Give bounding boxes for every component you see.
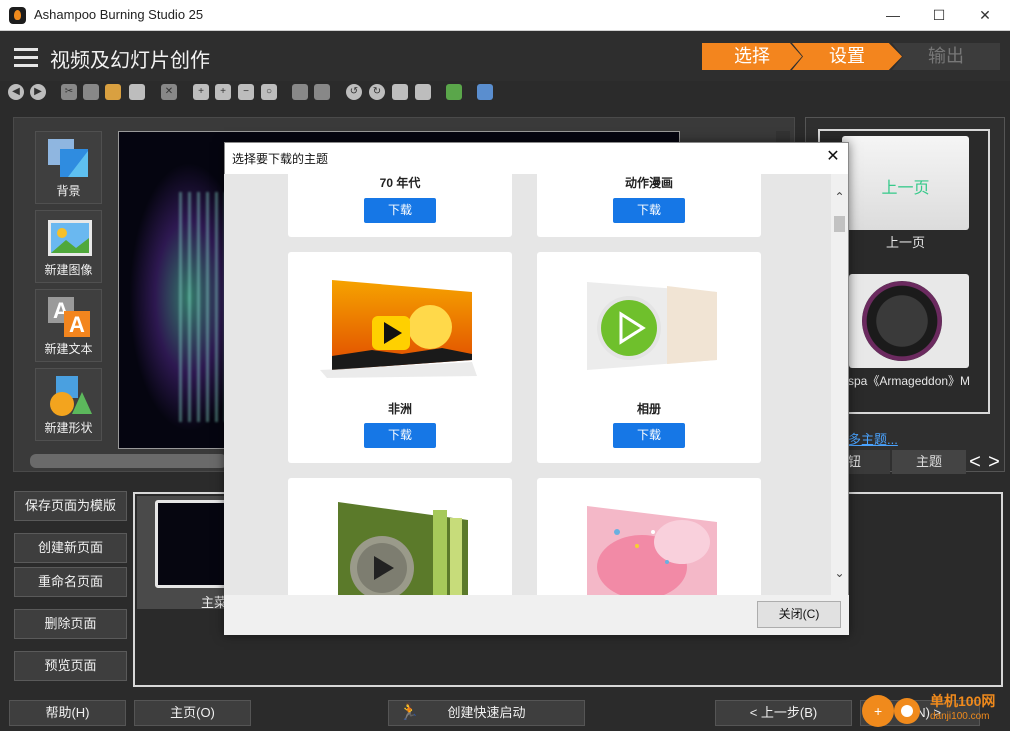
flip-vertical-icon[interactable]: [415, 84, 431, 100]
arrange-icon[interactable]: [477, 84, 493, 100]
image-icon[interactable]: [446, 84, 462, 100]
image-icon: [46, 216, 92, 260]
bring-forward-icon[interactable]: [292, 84, 308, 100]
step-settings[interactable]: 设置: [792, 43, 902, 70]
help-button[interactable]: 帮助(H): [9, 700, 126, 726]
paste-icon[interactable]: [105, 84, 121, 100]
create-page-button[interactable]: 创建新页面: [14, 533, 127, 563]
toolbar: [0, 81, 1010, 107]
svg-text:A: A: [69, 312, 85, 337]
theme-name: 动作漫画: [624, 176, 673, 190]
prev-arrow-button[interactable]: <: [966, 450, 984, 474]
shape-icon: [46, 374, 92, 418]
send-backward-icon[interactable]: [314, 84, 330, 100]
quick-start-button[interactable]: 🏃 创建快速启动: [388, 700, 585, 726]
back-icon[interactable]: ◀: [8, 84, 24, 100]
home-button[interactable]: 主页(O): [134, 700, 251, 726]
next-arrow-button[interactable]: >: [985, 450, 1003, 474]
dialog-close-icon[interactable]: ✕: [822, 146, 844, 168]
theme-card: 动作漫画 下载: [537, 174, 761, 237]
zoom-in-icon[interactable]: +: [193, 84, 209, 100]
theme-name: 非洲: [387, 402, 412, 416]
new-shape-tool[interactable]: 新建形状: [35, 368, 102, 441]
page-thumb[interactable]: 主菜: [137, 496, 237, 610]
app-icon: [9, 7, 26, 24]
theme-card: [537, 478, 761, 595]
watermark: + 单机100网 danji100.com: [860, 691, 1010, 731]
minimize-button[interactable]: —: [870, 0, 916, 31]
page-thumb-image: [155, 500, 229, 588]
delete-page-button[interactable]: 删除页面: [14, 609, 127, 639]
new-text-tool[interactable]: AA 新建文本: [35, 289, 102, 362]
theme-card: [288, 478, 512, 595]
step-output: 输出: [892, 43, 1000, 70]
download-button[interactable]: 下载: [613, 423, 685, 448]
duplicate-icon[interactable]: [129, 84, 145, 100]
new-text-label: 新建文本: [44, 342, 93, 356]
svg-text:+: +: [874, 703, 882, 719]
delete-icon[interactable]: ✕: [161, 84, 177, 100]
dialog-title: 选择要下载的主题: [232, 152, 329, 166]
runner-icon: 🏃: [399, 704, 419, 721]
back-button[interactable]: < 上一步(B): [715, 700, 852, 726]
forward-icon[interactable]: ▶: [30, 84, 46, 100]
new-image-tool[interactable]: 新建图像: [35, 210, 102, 283]
window-title: Ashampoo Burning Studio 25: [34, 7, 204, 22]
download-button[interactable]: 下载: [364, 198, 436, 223]
dialog-scrollbar[interactable]: ⌃ ⌄: [831, 174, 848, 595]
scroll-up-icon[interactable]: ⌃: [831, 190, 848, 204]
rename-page-button[interactable]: 重命名页面: [14, 567, 127, 597]
copy-icon[interactable]: [83, 84, 99, 100]
music-caption: spa《Armageddon》M: [848, 374, 971, 388]
menu-icon[interactable]: [14, 48, 38, 67]
tab-buttons[interactable]: 钮: [848, 450, 890, 474]
new-image-label: 新建图像: [44, 263, 93, 277]
prev-page-caption: 上一页: [885, 235, 925, 250]
horizontal-scrollbar[interactable]: [30, 454, 227, 468]
dialog-close-button[interactable]: 关闭(C): [757, 601, 841, 628]
title-bar: Ashampoo Burning Studio 25 — ☐ ✕: [0, 0, 1010, 31]
prev-page-thumb[interactable]: 上一页: [842, 136, 969, 230]
bamboo-theme-image: [338, 500, 478, 595]
rotate-left-icon[interactable]: ↺: [346, 84, 362, 100]
music-disc-image: [862, 281, 942, 361]
theme-card: 相册 下载: [537, 252, 761, 463]
cut-icon[interactable]: ✂: [61, 84, 77, 100]
tab-themes[interactable]: 主题: [892, 450, 966, 474]
quick-start-label: 创建快速启动: [447, 705, 526, 720]
prev-page-thumb-text: 上一页: [881, 180, 930, 197]
new-shape-label: 新建形状: [44, 421, 93, 435]
dialog-footer: [224, 595, 849, 635]
theme-card: 非洲 下载: [288, 252, 512, 463]
theme-name: 相册: [636, 402, 661, 416]
background-icon: [46, 137, 92, 181]
page-title: 视频及幻灯片创作: [50, 50, 210, 72]
flip-horizontal-icon[interactable]: [392, 84, 408, 100]
watermark-text: 单机100网: [930, 693, 996, 709]
step-select[interactable]: 选择: [702, 43, 802, 70]
theme-grid: 70 年代 下载 动作漫画 下载 非洲 下载 相册 下载: [224, 174, 831, 595]
download-button[interactable]: 下载: [613, 198, 685, 223]
candy-theme-image: [587, 502, 727, 595]
background-label: 背景: [56, 184, 81, 198]
text-icon: AA: [46, 295, 92, 339]
preview-page-button[interactable]: 预览页面: [14, 651, 127, 681]
download-button[interactable]: 下载: [364, 423, 436, 448]
theme-card: 70 年代 下载: [288, 174, 512, 237]
close-button[interactable]: ✕: [962, 0, 1008, 31]
scroll-thumb[interactable]: [834, 216, 845, 232]
more-themes-link[interactable]: 多主题...: [848, 429, 898, 448]
rotate-right-icon[interactable]: ↻: [369, 84, 385, 100]
album-theme-image: [567, 274, 737, 382]
zoom-out-icon[interactable]: −: [238, 84, 254, 100]
theme-name: 70 年代: [379, 176, 421, 190]
africa-theme-image: [312, 272, 482, 380]
background-tool[interactable]: 背景: [35, 131, 102, 204]
watermark-sub: danji100.com: [930, 711, 990, 722]
zoom-in-small-icon[interactable]: +: [215, 84, 231, 100]
save-as-template-button[interactable]: 保存页面为模版: [14, 491, 127, 521]
zoom-fit-icon[interactable]: ○: [261, 84, 277, 100]
scroll-down-icon[interactable]: ⌄: [831, 566, 848, 580]
maximize-button[interactable]: ☐: [916, 0, 962, 31]
